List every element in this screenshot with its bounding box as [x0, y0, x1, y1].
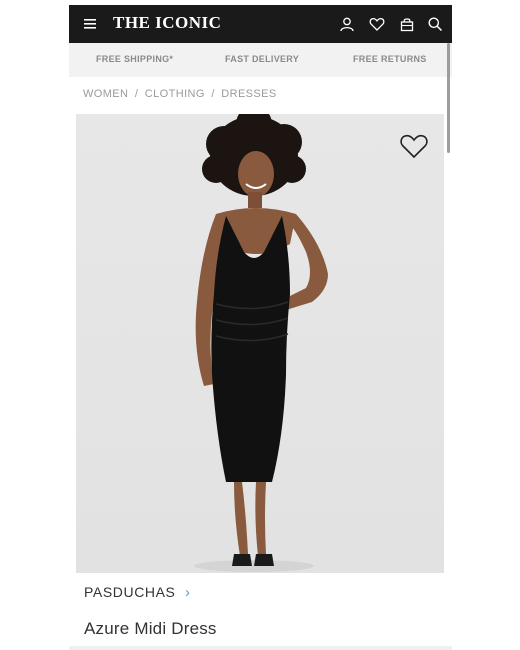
menu-icon[interactable] — [81, 14, 101, 34]
model-in-black-dress-icon — [194, 114, 328, 572]
product-image[interactable] — [76, 114, 444, 573]
scrollbar[interactable] — [447, 43, 450, 153]
benefit-free-shipping[interactable]: FREE SHIPPING* — [96, 54, 173, 64]
wishlist-icon[interactable] — [367, 14, 387, 34]
benefit-fast-delivery[interactable]: FAST DELIVERY — [225, 54, 299, 64]
bag-icon[interactable] — [397, 14, 417, 34]
breadcrumb-dresses[interactable]: DRESSES — [221, 88, 276, 100]
site-header: THE ICONIC — [69, 5, 452, 43]
breadcrumb-women[interactable]: WOMEN — [83, 88, 128, 100]
benefit-free-returns[interactable]: FREE RETURNS — [353, 54, 427, 64]
search-icon[interactable] — [425, 14, 445, 34]
account-icon[interactable] — [337, 14, 357, 34]
heart-icon — [400, 134, 428, 159]
page-frame: THE ICONIC FREE SHIPPING* FAST DELIVERY … — [69, 5, 452, 650]
add-to-wishlist-button[interactable] — [399, 132, 429, 160]
section-divider — [69, 646, 452, 650]
breadcrumb-separator: / — [211, 88, 215, 100]
benefits-strip: FREE SHIPPING* FAST DELIVERY FREE RETURN… — [69, 43, 452, 77]
product-title: Azure Midi Dress — [84, 619, 217, 638]
brand-link[interactable]: PASDUCHAS — [84, 584, 176, 600]
chevron-right-icon[interactable]: › — [185, 584, 190, 601]
site-logo[interactable]: THE ICONIC — [113, 13, 221, 33]
breadcrumb-clothing[interactable]: CLOTHING — [145, 88, 205, 100]
breadcrumb: WOMEN / CLOTHING / DRESSES — [83, 88, 277, 100]
breadcrumb-separator: / — [134, 88, 139, 100]
